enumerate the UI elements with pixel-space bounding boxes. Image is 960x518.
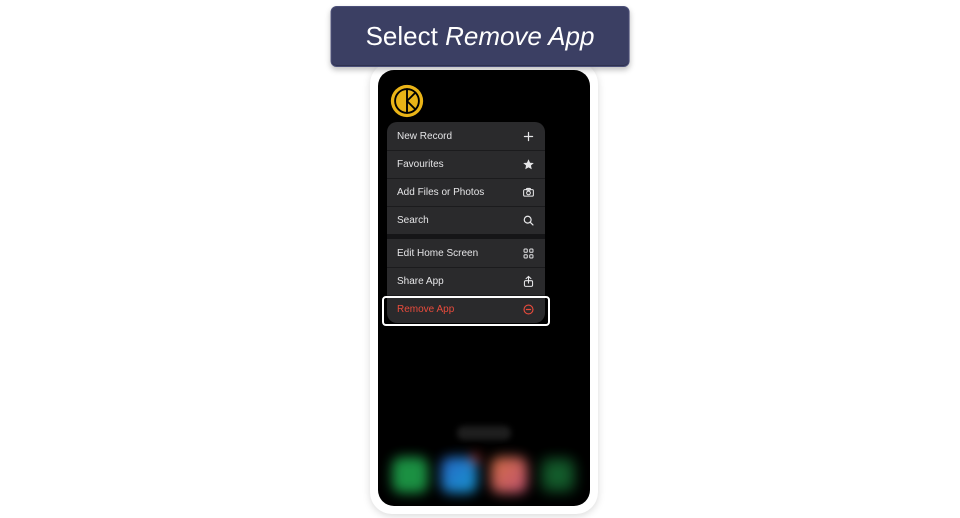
share-icon — [521, 275, 535, 289]
menu-item-remove-app[interactable]: Remove App — [387, 295, 545, 323]
search-pill — [457, 426, 511, 440]
menu-item-search[interactable]: Search — [387, 206, 545, 234]
dock-icon-1[interactable] — [392, 457, 428, 493]
menu-item-add-files[interactable]: Add Files or Photos — [387, 178, 545, 206]
search-icon — [521, 214, 535, 228]
keeper-app-icon[interactable] — [390, 84, 424, 118]
instruction-emphasis: Remove App — [445, 21, 594, 51]
menu-label: Remove App — [397, 304, 454, 315]
menu-label: Edit Home Screen — [397, 248, 478, 259]
minus-circle-icon — [521, 303, 535, 317]
menu-label: Favourites — [397, 159, 444, 170]
instruction-banner: Select Remove App — [331, 6, 630, 67]
menu-label: Share App — [397, 276, 444, 287]
dock-icon-4[interactable] — [540, 457, 576, 493]
menu-item-new-record[interactable]: New Record — [387, 122, 545, 150]
apps-icon — [521, 246, 535, 260]
context-menu: New Record Favourites Add Files or Photo… — [387, 122, 545, 323]
star-icon — [521, 158, 535, 172]
stage: Select Remove App New Record — [0, 0, 960, 518]
phone-screen: New Record Favourites Add Files or Photo… — [378, 70, 590, 506]
dock-icon-2[interactable] — [441, 457, 477, 493]
menu-label: New Record — [397, 131, 452, 142]
dock — [378, 444, 590, 506]
phone-frame: New Record Favourites Add Files or Photo… — [370, 62, 598, 514]
menu-label: Search — [397, 215, 429, 226]
instruction-prefix: Select — [366, 21, 446, 51]
menu-label: Add Files or Photos — [397, 187, 484, 198]
menu-item-edit-home[interactable]: Edit Home Screen — [387, 239, 545, 267]
dock-icon-3[interactable] — [491, 457, 527, 493]
menu-item-share-app[interactable]: Share App — [387, 267, 545, 295]
menu-item-favourites[interactable]: Favourites — [387, 150, 545, 178]
camera-icon — [521, 186, 535, 200]
plus-icon — [521, 129, 535, 143]
